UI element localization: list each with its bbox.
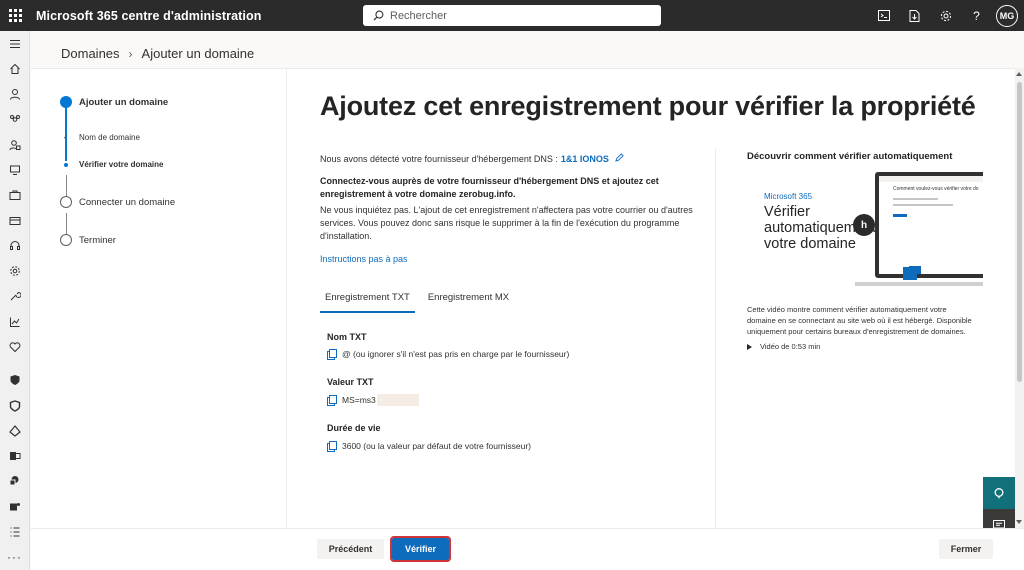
breadcrumb: Domaines › Ajouter un domaine [61,46,254,61]
laptop-screen: Comment voulez-vous vérifier votre do [875,172,983,278]
verify-button[interactable]: Vérifier [390,536,451,562]
devices-icon[interactable] [0,157,30,182]
roles-icon[interactable] [0,132,30,157]
billing-icon[interactable] [0,208,30,233]
txt-value-value: MS=ms3 [342,395,376,405]
content-divider [715,148,716,528]
laptop-base [855,282,983,286]
connect-instructions: Connectez-vous auprès de votre fournisse… [320,176,659,199]
detected-prefix: Nous avons détecté votre fournisseur d'h… [320,153,558,164]
screen-bar [879,176,983,182]
breadcrumb-domains[interactable]: Domaines [61,46,120,61]
download-icon[interactable] [899,0,930,31]
wizard-stepper: Ajouter un domaine ✓ Nom de domaine Véri… [31,69,287,528]
field-label-txt-value: Valeur TXT [327,377,374,387]
step-label-domain-name: Nom de domaine [79,133,140,142]
search-box[interactable]: Rechercher [363,5,661,26]
menu-icon[interactable] [0,31,30,56]
entra-icon[interactable] [0,418,30,443]
video-brand: Microsoft 365 [764,192,813,201]
gear-icon[interactable] [930,0,961,31]
app-launcher-icon[interactable] [0,0,30,31]
video-duration[interactable]: Vidéo de 0:53 min [747,342,820,351]
step-dot-pending-2 [60,234,72,246]
setup-icon[interactable] [0,284,30,309]
screen-line [893,204,953,206]
step-label-finish: Terminer [79,235,116,246]
laptop-accent [903,267,917,280]
info-text: Ne vous inquiétez pas. L'ajout de cet en… [320,205,693,241]
screen-line [893,198,938,200]
security-icon[interactable] [0,393,30,418]
field-value-txt-value: MS=ms3 [327,394,419,406]
video-title: Découvrir comment vérifier automatiqueme… [747,151,953,162]
top-icons: ? MG [868,0,1018,31]
redacted-value [376,394,419,406]
copy-icon[interactable] [327,441,337,452]
briefcase-icon[interactable] [0,183,30,208]
video-duration-text: Vidéo de 0:53 min [760,342,821,351]
field-value-ttl: 3600 (ou la valeur par défaut de votre f… [327,441,532,452]
step-dot-current [60,96,72,108]
copy-icon[interactable] [327,349,337,360]
pencil-icon[interactable] [615,153,624,164]
provider-name: 1&1 IONOS [560,153,609,164]
help-icon[interactable]: ? [961,0,992,31]
left-nav: ··· [0,31,30,570]
all-admin-centers-icon[interactable] [0,519,30,544]
help-chat-button[interactable] [983,477,1015,509]
chevron-right-icon: › [128,46,133,61]
user-icon[interactable] [0,82,30,107]
screen-button [893,214,907,217]
step-label-verify-domain: Vérifier votre domaine [79,160,164,169]
exchange-icon[interactable] [0,443,30,468]
home-icon[interactable] [0,56,30,81]
page-title: Ajoutez cet enregistrement pour vérifier… [320,91,976,121]
scrollbar[interactable] [1015,68,1024,528]
scroll-up-icon[interactable] [1016,72,1022,76]
txt-name-value: @ (ou ignorer s'il n'est pas pris en cha… [342,349,570,359]
field-label-ttl: Durée de vie [327,423,381,433]
chat-bubble-icon [994,488,1004,499]
avatar[interactable]: MG [996,4,1018,27]
reports-icon[interactable] [0,309,30,334]
detected-provider: Nous avons détecté votre fournisseur d'h… [320,153,624,164]
instructions-link[interactable]: Instructions pas à pas [320,254,408,264]
settings-icon[interactable] [0,259,30,284]
field-value-txt-name: @ (ou ignorer s'il n'est pas pris en cha… [327,349,570,360]
check-icon: ✓ [63,134,69,141]
search-placeholder: Rechercher [390,9,447,22]
step-dot-pending [60,196,72,208]
video-description: Cette vidéo montre comment vérifier auto… [747,305,972,336]
defender-icon[interactable] [0,368,30,393]
record-tabs: Enregistrement TXT Enregistrement MX [320,290,522,313]
step-label-connect-domain: Connecter un domaine [79,197,176,208]
breadcrumb-current: Ajouter un domaine [141,46,255,61]
scroll-thumb[interactable] [1017,82,1022,382]
step-dot-substep [64,163,68,167]
ttl-value: 3600 (ou la valeur par défaut de votre f… [342,441,532,451]
step-label-add-domain: Ajouter un domaine [79,97,169,108]
tab-txt-record[interactable]: Enregistrement TXT [320,290,415,313]
play-icon [747,343,752,350]
app-title[interactable]: Microsoft 365 centre d'administration [36,9,261,23]
terminal-icon[interactable] [868,0,899,31]
teams-admin-icon[interactable] [0,494,30,519]
previous-button[interactable]: Précédent [317,539,384,559]
health-icon[interactable] [0,334,30,359]
search-icon [373,10,384,21]
field-label-txt-name: Nom TXT [327,332,367,342]
more-icon[interactable]: ··· [0,545,30,570]
tab-mx-record[interactable]: Enregistrement MX [423,290,514,313]
support-icon[interactable] [0,233,30,258]
screen-text: Comment voulez-vous vérifier votre do [893,186,979,192]
video-thumbnail[interactable]: Microsoft 365 Vérifier automatiquement v… [747,166,983,296]
close-button[interactable]: Fermer [939,539,993,559]
scroll-down-icon[interactable] [1016,520,1022,524]
teams-icon[interactable] [0,107,30,132]
copy-icon[interactable] [327,395,337,406]
play-button-icon[interactable]: h [853,214,875,236]
sharepoint-icon[interactable] [0,469,30,494]
wizard-footer [31,528,1024,570]
